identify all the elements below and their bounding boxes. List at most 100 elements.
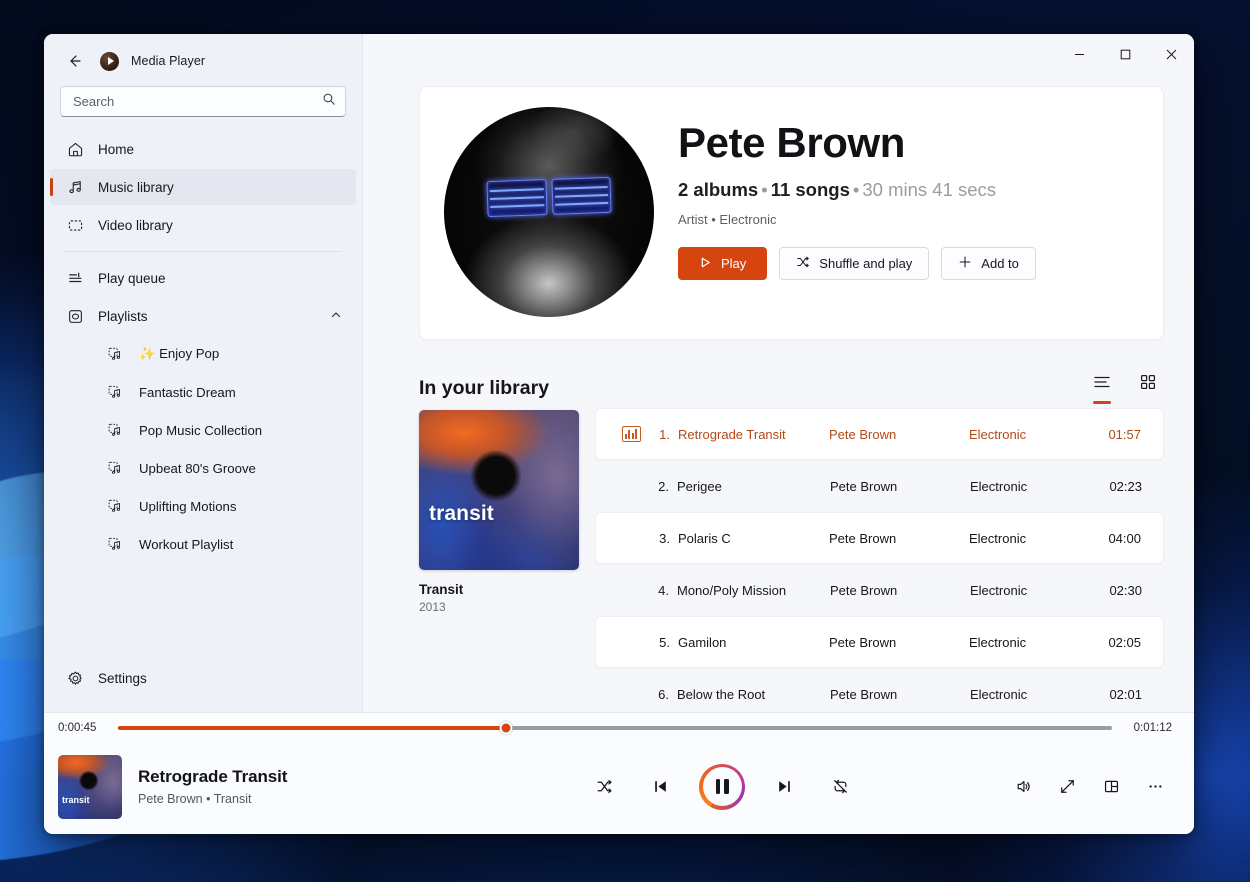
- close-button[interactable]: [1148, 34, 1194, 74]
- sidebar-nav: Home Music library Video library Play qu…: [44, 129, 362, 564]
- artist-hero-card: Pete Brown 2 albums • 11 songs • 30 mins 41 …: [419, 86, 1164, 340]
- search-container: [44, 82, 362, 129]
- track-title: Retrograde Transit: [678, 426, 786, 442]
- album-year: 2013: [419, 600, 446, 614]
- minimize-button[interactable]: [1056, 34, 1102, 74]
- sidebar-item-label: Video library: [98, 217, 173, 233]
- track-duration: 02:30: [1109, 582, 1142, 598]
- table-row[interactable]: 1. Retrograde Transit Pete Brown Electro…: [595, 408, 1164, 460]
- playlist-note-icon: [106, 536, 123, 552]
- stat-separator: •: [852, 179, 860, 201]
- track-number: 4.: [658, 582, 669, 598]
- volume-button[interactable]: [1006, 770, 1040, 804]
- shuffle-and-play-button[interactable]: Shuffle and play: [779, 247, 930, 281]
- transport-controls: [454, 763, 990, 810]
- video-icon: [67, 217, 84, 234]
- miniplayer-button[interactable]: [1094, 770, 1128, 804]
- now-playing-meta: Retrograde Transit Pete Brown • Transit: [138, 767, 438, 806]
- track-title: Below the Root: [677, 686, 766, 702]
- sidebar-playlist-item[interactable]: Fantastic Dream: [50, 374, 356, 410]
- shuffle-button[interactable]: [587, 770, 621, 804]
- playlist-note-icon: [106, 498, 123, 514]
- window-controls: [1056, 34, 1194, 80]
- elapsed-time: 0:00:45: [58, 722, 97, 734]
- pause-icon: [702, 767, 742, 806]
- sidebar-playlist-item[interactable]: Workout Playlist: [50, 526, 356, 562]
- sidebar-playlist-label: Fantastic Dream: [139, 384, 236, 400]
- total-time: 0:01:12: [1133, 722, 1172, 734]
- next-button[interactable]: [767, 770, 801, 804]
- table-row[interactable]: 2. Perigee Pete Brown Electronic 02:23: [595, 460, 1164, 512]
- table-row[interactable]: 5. Gamilon Pete Brown Electronic 02:05: [595, 616, 1164, 668]
- list-icon: [1093, 375, 1111, 394]
- album-card[interactable]: transit Transit 2013: [419, 408, 581, 712]
- repeat-off-button[interactable]: [823, 770, 857, 804]
- sidebar-item-playlists[interactable]: Playlists: [50, 298, 356, 334]
- player-main: transit Retrograde Transit Pete Brown • …: [44, 743, 1194, 834]
- table-row[interactable]: 3. Polaris C Pete Brown Electronic 04:00: [595, 512, 1164, 564]
- sidebar-item-label: Music library: [98, 179, 174, 195]
- table-row[interactable]: 6. Below the Root Pete Brown Electronic …: [595, 668, 1164, 712]
- maximize-button[interactable]: [1102, 34, 1148, 74]
- playlist-icon: [67, 308, 84, 325]
- add-to-button-label: Add to: [981, 256, 1019, 272]
- more-options-button[interactable]: [1138, 770, 1172, 804]
- sidebar-item-home[interactable]: Home: [50, 131, 356, 167]
- plus-icon: [958, 255, 972, 272]
- main-scroll-area[interactable]: Pete Brown 2 albums • 11 songs • 30 mins 41 …: [363, 34, 1194, 712]
- track-duration: 02:01: [1109, 686, 1142, 702]
- table-row[interactable]: 4. Mono/Poly Mission Pete Brown Electron…: [595, 564, 1164, 616]
- sidebar-playlist-label: Upbeat 80's Groove: [139, 460, 256, 476]
- music-note-icon: [67, 179, 84, 196]
- search-input[interactable]: [73, 94, 316, 109]
- lens-right: [550, 177, 612, 216]
- seek-thumb[interactable]: [499, 721, 513, 735]
- seek-fill: [118, 726, 506, 730]
- sidebar-item-label: Playlists: [98, 308, 148, 324]
- sidebar-playlist-item[interactable]: Upbeat 80's Groove: [50, 450, 356, 486]
- seek-slider[interactable]: [118, 721, 1112, 735]
- play-triangle-icon: [699, 256, 712, 272]
- previous-button[interactable]: [643, 770, 677, 804]
- search-icon: [322, 92, 336, 111]
- track-duration: 01:57: [1108, 426, 1141, 442]
- sidebar-item-play-queue[interactable]: Play queue: [50, 260, 356, 296]
- chevron-up-icon[interactable]: [330, 309, 342, 324]
- play-button-label: Play: [721, 256, 747, 272]
- sidebar-divider: [64, 251, 342, 252]
- track-number: 1.: [659, 426, 670, 442]
- sidebar-playlist-label: ✨ Enjoy Pop: [139, 346, 220, 361]
- shuffle-icon: [796, 255, 810, 272]
- fullscreen-button[interactable]: [1050, 770, 1084, 804]
- stat-separator: •: [761, 179, 768, 201]
- now-playing-cover[interactable]: transit: [58, 754, 122, 819]
- main-content: Pete Brown 2 albums • 11 songs • 30 mins 41 …: [363, 34, 1194, 712]
- track-artist: Pete Brown: [830, 478, 898, 494]
- led-glasses-icon: [486, 177, 612, 218]
- sidebar-item-video-library[interactable]: Video library: [50, 207, 356, 243]
- playlist-note-icon: [106, 384, 123, 400]
- track-genre: Electronic: [970, 582, 1028, 598]
- sidebar-item-music-library[interactable]: Music library: [50, 169, 356, 205]
- list-view-button[interactable]: [1086, 368, 1118, 404]
- playlist-note-icon: [106, 422, 123, 438]
- total-duration: 30 mins 41 secs: [862, 179, 997, 201]
- search-box[interactable]: [60, 86, 346, 117]
- home-icon: [67, 141, 84, 158]
- sidebar-playlist-item[interactable]: Uplifting Motions: [50, 488, 356, 524]
- sidebar-playlist-label: Uplifting Motions: [139, 498, 237, 514]
- sidebar-playlist-item[interactable]: ✨ Enjoy Pop: [50, 336, 356, 372]
- sidebar-item-settings[interactable]: Settings: [50, 660, 356, 696]
- now-playing-title: Retrograde Transit: [138, 767, 288, 786]
- grid-view-button[interactable]: [1132, 368, 1164, 400]
- track-artist: Pete Brown: [830, 686, 898, 702]
- back-button[interactable]: [60, 47, 88, 75]
- track-genre: Electronic: [969, 530, 1027, 546]
- add-to-button[interactable]: Add to: [941, 247, 1036, 281]
- library-header: In your library: [419, 368, 1164, 408]
- playpause-button[interactable]: [699, 763, 745, 810]
- artist-subtitle: Artist • Electronic: [678, 212, 777, 228]
- sidebar-playlist-item[interactable]: Pop Music Collection: [50, 412, 356, 448]
- play-button[interactable]: Play: [678, 247, 768, 281]
- player-right-controls: [1006, 770, 1172, 804]
